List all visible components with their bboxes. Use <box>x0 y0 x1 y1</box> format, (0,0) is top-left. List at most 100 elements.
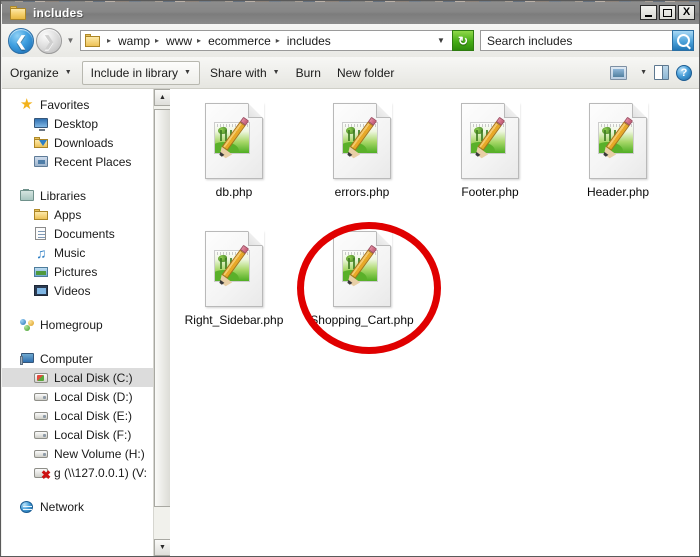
disconnected-network-drive-icon: ✖ <box>33 465 51 481</box>
php-file-icon <box>205 230 264 307</box>
folder-icon <box>33 207 49 223</box>
help-icon[interactable]: ? <box>676 64 692 81</box>
file-item[interactable]: Right_Sidebar.php <box>170 225 298 353</box>
view-dropdown-caret-icon[interactable]: ▼ <box>640 69 647 76</box>
star-icon: ★ <box>20 95 34 113</box>
scrollbar-thumb[interactable] <box>154 109 171 507</box>
php-file-icon <box>589 102 648 179</box>
sidebar-item-local-disk-e[interactable]: Local Disk (E:) <box>2 406 153 425</box>
change-view-icon[interactable] <box>610 65 628 80</box>
include-in-library-button[interactable]: Include in library ▼ <box>81 60 200 85</box>
documents-library-icon <box>33 226 49 242</box>
file-name-label: Header.php <box>586 185 650 199</box>
videos-library-icon <box>33 283 49 299</box>
file-name-label: Footer.php <box>461 185 519 199</box>
sidebar-item-local-disk-d[interactable]: Local Disk (D:) <box>2 387 153 406</box>
php-file-icon <box>333 230 392 307</box>
computer-icon <box>19 351 35 367</box>
sidebar-item-local-disk-c[interactable]: Local Disk (C:) <box>2 368 153 387</box>
sidebar-group-network[interactable]: Network <box>2 497 153 516</box>
file-item[interactable]: db.php <box>170 97 298 225</box>
sidebar-item-documents[interactable]: Documents <box>2 224 153 243</box>
search-icon <box>676 34 690 47</box>
scroll-up-button[interactable]: ▲ <box>154 89 171 106</box>
burn-button[interactable]: Burn <box>288 61 329 85</box>
sidebar-item-local-disk-f[interactable]: Local Disk (F:) <box>2 425 153 444</box>
file-item[interactable]: Footer.php <box>426 97 554 225</box>
drive-icon <box>33 408 49 424</box>
file-item[interactable]: Header.php <box>554 97 682 225</box>
maximize-button[interactable] <box>659 5 676 20</box>
drive-icon <box>33 446 49 462</box>
path-dropdown-button[interactable]: ▼ <box>430 30 452 51</box>
chevron-down-icon: ▼ <box>272 69 280 76</box>
sidebar-item-desktop[interactable]: Desktop <box>2 114 153 133</box>
php-file-icon <box>333 102 392 179</box>
sidebar-item-apps[interactable]: Apps <box>2 205 153 224</box>
file-list-pane[interactable]: db.php errors.php Footer.php Header.php … <box>170 89 699 556</box>
php-file-icon <box>205 102 264 179</box>
organize-button[interactable]: Organize ▼ <box>2 61 80 85</box>
new-folder-button[interactable]: New folder <box>329 61 402 85</box>
recent-locations-button[interactable]: ▼ <box>64 36 77 45</box>
network-icon <box>19 499 35 515</box>
sidebar-group-computer[interactable]: Computer <box>2 349 153 368</box>
sidebar-group-homegroup[interactable]: Homegroup <box>2 315 153 334</box>
folder-icon <box>10 6 26 20</box>
address-breadcrumb-bar[interactable]: ▸ wamp ▸ www ▸ ecommerce ▸ includes <box>80 30 430 51</box>
php-file-icon <box>461 102 520 179</box>
window-title: includes <box>33 6 84 20</box>
chevron-down-icon: ▼ <box>184 69 191 76</box>
navigation-scrollbar[interactable]: ▲ ▼ <box>153 89 171 556</box>
file-item[interactable]: errors.php <box>298 97 426 225</box>
scroll-down-button[interactable]: ▼ <box>154 539 171 556</box>
minimize-button[interactable] <box>640 5 657 20</box>
search-button[interactable] <box>672 30 694 51</box>
desktop-icon <box>33 116 49 132</box>
search-placeholder: Search includes <box>487 33 573 48</box>
sidebar-item-downloads[interactable]: Downloads <box>2 133 153 152</box>
sidebar-group-favorites[interactable]: ★ Favorites <box>2 95 153 114</box>
breadcrumb-separator: ▸ <box>155 36 160 45</box>
windows-drive-icon <box>33 370 49 386</box>
refresh-icon: ↻ <box>457 33 469 48</box>
close-button[interactable]: X <box>678 5 695 20</box>
file-name-label: Shopping_Cart.php <box>310 313 414 327</box>
breadcrumb-item-ecommerce[interactable]: ecommerce <box>206 34 273 48</box>
back-arrow-icon: ❮ <box>15 32 27 49</box>
sidebar-item-network-drive-v[interactable]: ✖ g (\\127.0.0.1) (V: <box>2 463 153 482</box>
breadcrumb-separator: ▸ <box>275 36 280 45</box>
back-button[interactable]: ❮ <box>8 27 34 54</box>
explorer-window: includes X ❮ ❯ ▼ ▸ wamp ▸ www ▸ ecommerc… <box>0 0 700 557</box>
sidebar-item-recent-places[interactable]: Recent Places <box>2 152 153 171</box>
breadcrumb-item-includes[interactable]: includes <box>285 34 333 48</box>
pictures-library-icon <box>33 264 49 280</box>
file-grid: db.php errors.php Footer.php Header.php … <box>170 89 699 353</box>
sidebar-item-new-volume-h[interactable]: New Volume (H:) <box>2 444 153 463</box>
window-controls: X <box>640 5 695 20</box>
chevron-down-icon: ▼ <box>64 69 72 76</box>
file-name-label: db.php <box>215 185 253 199</box>
libraries-icon <box>19 188 35 204</box>
preview-pane-icon[interactable] <box>654 65 669 80</box>
drive-icon <box>33 427 49 443</box>
sidebar-item-pictures[interactable]: Pictures <box>2 262 153 281</box>
breadcrumb-separator: ▸ <box>197 36 202 45</box>
folder-icon <box>85 34 100 47</box>
forward-button[interactable]: ❯ <box>36 27 62 54</box>
address-bar: ❮ ❯ ▼ ▸ wamp ▸ www ▸ ecommerce ▸ include… <box>2 24 699 57</box>
breadcrumb-item-wamp[interactable]: wamp <box>116 34 152 48</box>
sidebar-item-videos[interactable]: Videos <box>2 281 153 300</box>
search-input[interactable]: Search includes <box>480 30 672 51</box>
file-item[interactable]: Shopping_Cart.php <box>298 225 426 353</box>
breadcrumb-item-www[interactable]: www <box>164 34 194 48</box>
sidebar-group-libraries[interactable]: Libraries <box>2 186 153 205</box>
homegroup-icon <box>19 317 35 333</box>
share-with-button[interactable]: Share with ▼ <box>202 61 288 85</box>
title-bar: includes X <box>2 2 699 24</box>
refresh-button[interactable]: ↻ <box>452 30 474 51</box>
sidebar-item-music[interactable]: ♫ Music <box>2 243 153 262</box>
toolbar-right-group: ▼ ? <box>610 64 699 81</box>
